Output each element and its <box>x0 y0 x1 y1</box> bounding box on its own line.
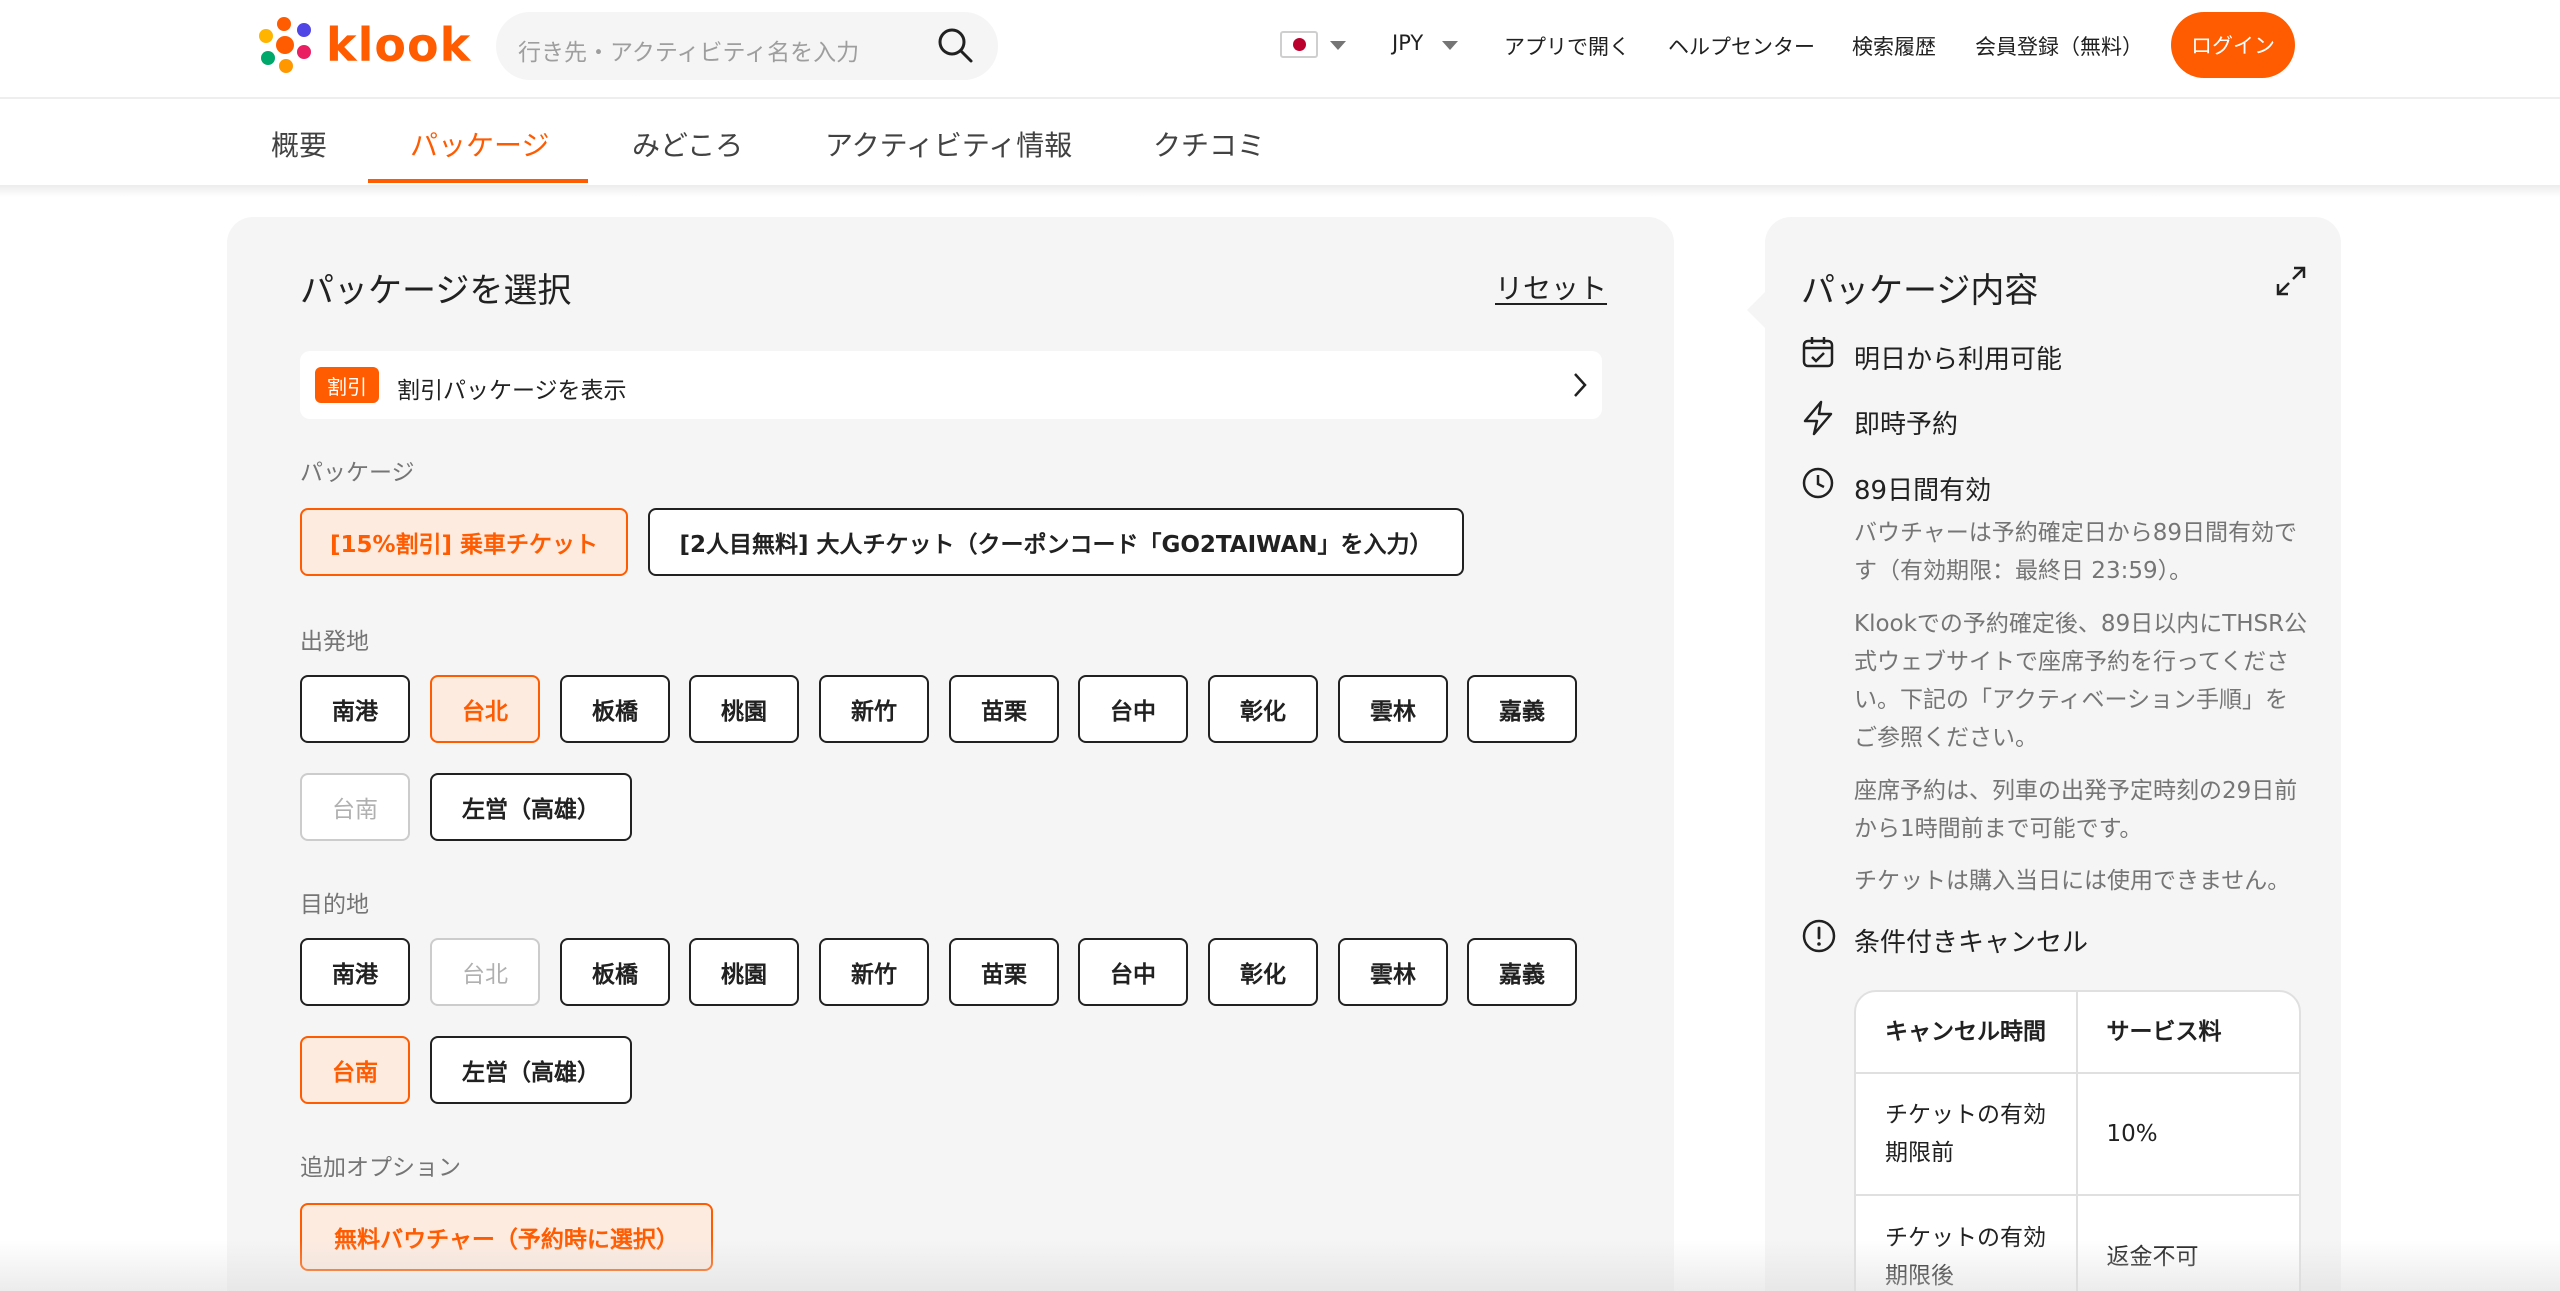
departure-option[interactable]: 雲林 <box>1338 675 1448 743</box>
japan-flag-icon[interactable] <box>1280 31 1318 58</box>
currency-selector[interactable]: JPY <box>1392 31 1423 55</box>
panel-pointer <box>1747 292 1765 328</box>
package-selection-panel: パッケージを選択 リセット 割引 割引パッケージを表示 パッケージ [15%割引… <box>227 217 1674 1291</box>
departure-option[interactable]: 嘉義 <box>1467 675 1577 743</box>
availability-text: 明日から利用可能 <box>1854 345 2063 375</box>
destination-option[interactable]: 雲林 <box>1338 938 1448 1006</box>
table-row: チケットの有効期限後 返金不可 <box>1856 1196 2299 1291</box>
destination-option[interactable]: 桃園 <box>689 938 799 1006</box>
discount-badge: 割引 <box>315 367 379 403</box>
search-icon[interactable] <box>936 26 974 64</box>
search-input[interactable]: 行き先・アクティビティ名を入力 <box>518 33 859 67</box>
package-details-panel: パッケージ内容 明日から利用可能 即時予約 89日間有効 バウチャーは予約確定日… <box>1765 217 2341 1291</box>
discount-packages-label: 割引パッケージを表示 <box>397 378 627 404</box>
departure-option[interactable]: 彰化 <box>1208 675 1318 743</box>
reservation-note: Klookでの予約確定後、89日以内にTHSR公式ウェブサイトで座席予約を行って… <box>1854 611 2308 751</box>
login-button[interactable]: ログイン <box>2171 12 2295 78</box>
departure-section-label: 出発地 <box>300 629 369 655</box>
departure-option[interactable]: 板橋 <box>560 675 670 743</box>
departure-option[interactable]: 苗栗 <box>949 675 1059 743</box>
lightning-icon <box>1803 400 1833 436</box>
tab-packages[interactable]: パッケージ <box>410 124 549 164</box>
destination-option[interactable]: 台南 <box>300 1036 410 1104</box>
tabbar-shadow <box>0 185 2560 197</box>
validity-note: バウチャーは予約確定日から89日間有効です（有効期限：最終日 23:59）。 <box>1854 520 2298 584</box>
destination-option[interactable]: 板橋 <box>560 938 670 1006</box>
departure-option[interactable]: 左営（高雄） <box>430 773 632 841</box>
destination-option[interactable]: 台中 <box>1078 938 1188 1006</box>
help-center-link[interactable]: ヘルプセンター <box>1668 31 1815 61</box>
table-header-row: キャンセル時間 サービス料 <box>1856 992 2299 1074</box>
destination-option[interactable]: 新竹 <box>819 938 929 1006</box>
klook-logo-icon <box>259 17 311 73</box>
same-day-note: チケットは購入当日には使用できません。 <box>1854 868 2291 894</box>
destination-option[interactable]: 嘉義 <box>1467 938 1577 1006</box>
instant-booking-text: 即時予約 <box>1854 410 1959 440</box>
table-cell: 10% <box>2106 1121 2158 1147</box>
language-chevron-down-icon[interactable] <box>1330 41 1346 50</box>
table-cell: 返金不可 <box>2106 1244 2199 1270</box>
tab-reviews[interactable]: クチコミ <box>1153 124 1265 164</box>
destination-section-label: 目的地 <box>300 892 369 918</box>
destination-option: 台北 <box>430 938 540 1006</box>
destination-option[interactable]: 左営（高雄） <box>430 1036 632 1104</box>
cancellation-table: キャンセル時間 サービス料 チケットの有効期限前 10% チケットの有効期限後 … <box>1854 990 2301 1291</box>
destination-option[interactable]: 苗栗 <box>949 938 1059 1006</box>
details-panel-title: パッケージ内容 <box>1801 271 2039 311</box>
departure-option[interactable]: 新竹 <box>819 675 929 743</box>
cancellation-title: 条件付きキャンセル <box>1854 928 2089 958</box>
table-header-cell: キャンセル時間 <box>1856 992 2078 1072</box>
klook-logo[interactable]: klook <box>254 14 471 76</box>
currency-chevron-down-icon[interactable] <box>1442 41 1458 50</box>
reset-link[interactable]: リセット <box>1495 267 1607 307</box>
active-tab-indicator <box>368 179 588 183</box>
seat-reservation-note: 座席予約は、列車の出発予定時刻の29日前から1時間前まで可能です。 <box>1854 778 2298 842</box>
departure-option[interactable]: 桃園 <box>689 675 799 743</box>
search-history-link[interactable]: 検索履歴 <box>1852 31 1936 61</box>
alert-circle-icon <box>1802 919 1836 953</box>
search-bar[interactable]: 行き先・アクティビティ名を入力 <box>496 12 998 80</box>
table-header-cell: サービス料 <box>2106 1019 2222 1045</box>
package-option[interactable]: [2人目無料] 大人チケット（クーポンコード「GO2TAIWAN」を入力） <box>648 508 1464 576</box>
destination-option[interactable]: 南港 <box>300 938 410 1006</box>
chevron-right-icon <box>1574 373 1587 397</box>
addon-option[interactable]: 無料バウチャー（予約時に選択） <box>300 1203 713 1271</box>
tab-highlights[interactable]: みどころ <box>632 124 743 164</box>
validity-text: 89日間有効 <box>1854 476 1992 506</box>
departure-option[interactable]: 台北 <box>430 675 540 743</box>
calendar-icon <box>1802 337 1834 368</box>
section-tabs: 概要 パッケージ みどころ アクティビティ情報 クチコミ <box>0 99 2560 185</box>
klook-logo-text: klook <box>326 18 472 72</box>
site-header: klook 行き先・アクティビティ名を入力 JPY アプリで開く ヘルプセンター… <box>0 0 2560 99</box>
tab-activity-info[interactable]: アクティビティ情報 <box>825 124 1072 164</box>
package-section-label: パッケージ <box>300 460 415 486</box>
expand-icon[interactable] <box>2275 265 2307 297</box>
clock-icon <box>1802 467 1834 499</box>
addon-section-label: 追加オプション <box>300 1155 461 1181</box>
departure-option[interactable]: 台中 <box>1078 675 1188 743</box>
discount-packages-row[interactable]: 割引 割引パッケージを表示 <box>300 351 1602 419</box>
open-app-link[interactable]: アプリで開く <box>1504 31 1630 61</box>
table-cell: チケットの有効期限後 <box>1856 1196 2078 1291</box>
package-option[interactable]: [15%割引] 乗車チケット <box>300 508 628 576</box>
table-cell: チケットの有効期限前 <box>1856 1074 2078 1194</box>
signup-link[interactable]: 会員登録（無料） <box>1975 31 2143 61</box>
departure-option[interactable]: 南港 <box>300 675 410 743</box>
destination-option[interactable]: 彰化 <box>1208 938 1318 1006</box>
package-panel-title: パッケージを選択 <box>300 271 572 311</box>
departure-option: 台南 <box>300 773 410 841</box>
table-row: チケットの有効期限前 10% <box>1856 1074 2299 1196</box>
tab-overview[interactable]: 概要 <box>271 124 327 164</box>
